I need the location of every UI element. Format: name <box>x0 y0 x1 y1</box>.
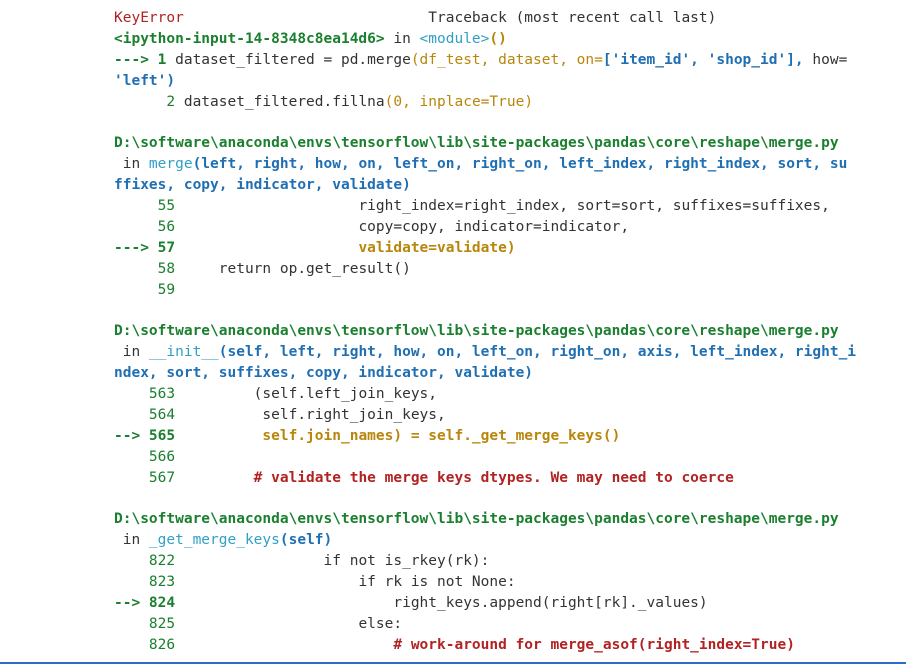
frame3-func: __init__ <box>148 344 219 361</box>
frame2-line-59: 59 <box>114 280 894 301</box>
line-number-current: --> 824 <box>114 594 184 611</box>
frame1-line2-code-a: dataset_filtered.fillna <box>183 93 385 110</box>
frame2-in-word: in <box>114 156 149 173</box>
line-number: 826 <box>114 636 184 653</box>
frame1-func: <module> <box>419 30 490 47</box>
frame4-args-1: (self) <box>279 532 333 549</box>
frame1-source-name: <ipython-input-14-8348c8ea14d6> <box>114 30 385 47</box>
frame1-source: <ipython-input-14-8348c8ea14d6> in <modu… <box>114 29 894 50</box>
code-comment: # validate the merge keys dtypes. We may… <box>183 469 734 486</box>
code-text: right_index=right_index, sort=sort, suff… <box>183 198 830 215</box>
line-number-current: ---> 57 <box>114 239 184 256</box>
code-text-current: right_keys.append(right[rk]._values) <box>183 594 708 611</box>
frame1-line-1: ---> 1 dataset_filtered = pd.merge(df_te… <box>114 50 894 71</box>
line-number: 59 <box>114 281 184 298</box>
line-number: 825 <box>114 615 184 632</box>
frame1-line1-arrow: ---> 1 <box>114 51 176 68</box>
frame4-in-word: in <box>114 532 149 549</box>
frame2-line-58: 58 return op.get_result() <box>114 259 894 280</box>
code-text: copy=copy, indicator=indicator, <box>183 218 630 235</box>
error-name: KeyError <box>114 10 184 26</box>
frame3-line-564: 564 self.right_join_keys, <box>114 405 894 426</box>
frame1-line-1-cont: 'left') <box>114 71 894 92</box>
frame1-line1-code-d: how= <box>803 51 848 68</box>
frame4-signature: in _get_merge_keys(self) <box>114 530 894 551</box>
frame2-args-2: ffixes, copy, indicator, validate) <box>114 177 411 194</box>
frame2-line-56: 56 copy=copy, indicator=indicator, <box>114 217 894 238</box>
frame3-line-566: 566 <box>114 447 894 468</box>
line-number: 56 <box>114 218 184 235</box>
code-text: if not is_rkey(rk): <box>183 553 490 570</box>
frame3-args-1: (self, left, right, how, on, left_on, ri… <box>218 344 857 361</box>
line-number-current: --> 565 <box>114 427 184 444</box>
frame2-line-55: 55 right_index=right_index, sort=sort, s… <box>114 196 894 217</box>
frame1-func-paren: () <box>489 30 507 47</box>
frame2-func: merge <box>148 156 193 173</box>
frame2-line-57: ---> 57 validate=validate) <box>114 238 894 259</box>
line-number: 822 <box>114 553 184 570</box>
frame3-path: D:\software\anaconda\envs\tensorflow\lib… <box>114 323 839 340</box>
frame2-path: D:\software\anaconda\envs\tensorflow\lib… <box>114 135 839 152</box>
frame1-line2-num: 2 <box>114 93 184 110</box>
code-comment: # work-around for merge_asof(right_index… <box>183 636 795 653</box>
frame1-line-2: 2 dataset_filtered.fillna(0, inplace=Tru… <box>114 92 894 113</box>
line-number: 823 <box>114 574 184 591</box>
code-text: else: <box>183 615 403 632</box>
frame3-line-565: --> 565 self.join_names) = self._get_mer… <box>114 426 894 447</box>
frame1-line1-code-b: (df_test, dataset, on= <box>410 51 603 68</box>
frame3-line-567: 567 # validate the merge keys dtypes. We… <box>114 468 894 489</box>
frame3-in-word: in <box>114 344 149 361</box>
line-number: 566 <box>114 448 184 465</box>
line-number: 564 <box>114 406 184 423</box>
frame1-in-word: in <box>384 30 420 47</box>
traceback-header: KeyError Traceback (most recent call las… <box>114 8 894 29</box>
line-number: 58 <box>114 260 184 277</box>
frame4-line-822: 822 if not is_rkey(rk): <box>114 551 894 572</box>
frame3-signature: in __init__(self, left, right, how, on, … <box>114 342 894 363</box>
line-number: 567 <box>114 469 184 486</box>
frame2-signature: in merge(left, right, how, on, left_on, … <box>114 154 894 175</box>
line-number: 563 <box>114 386 184 403</box>
code-text: (self.left_join_keys, <box>183 386 438 403</box>
line-number: 55 <box>114 198 184 215</box>
traceback-label: Traceback (most recent call last) <box>183 10 717 26</box>
frame3-line-563: 563 (self.left_join_keys, <box>114 384 894 405</box>
frame4-func: _get_merge_keys <box>148 532 280 549</box>
frame3-args-2: ndex, sort, suffixes, copy, indicator, v… <box>114 365 534 382</box>
frame4-line-823: 823 if rk is not None: <box>114 572 894 593</box>
frame1-line2-code-b: (0, inplace=True) <box>384 93 534 110</box>
code-text: self.right_join_keys, <box>183 406 446 423</box>
frame1-line1-code-a: dataset_filtered = pd.merge <box>175 51 411 68</box>
frame1-line1-code-c: ['item_id', 'shop_id'], <box>602 51 804 68</box>
traceback-output: KeyError Traceback (most recent call las… <box>114 8 894 656</box>
frame4-path: D:\software\anaconda\envs\tensorflow\lib… <box>114 511 839 528</box>
frame4-line-826: 826 # work-around for merge_asof(right_i… <box>114 635 894 656</box>
code-text: return op.get_result() <box>183 260 411 277</box>
frame4-line-824: --> 824 right_keys.append(right[rk]._val… <box>114 593 894 614</box>
code-text: if rk is not None: <box>183 574 516 591</box>
frame1-line1-cont: 'left') <box>114 72 176 89</box>
bottom-divider <box>0 662 906 664</box>
frame2-args-1: (left, right, how, on, left_on, right_on… <box>192 156 848 173</box>
code-text-current: self.join_names) = self._get_merge_keys(… <box>183 427 621 444</box>
frame4-line-825: 825 else: <box>114 614 894 635</box>
code-text-current: validate=validate) <box>183 239 516 256</box>
